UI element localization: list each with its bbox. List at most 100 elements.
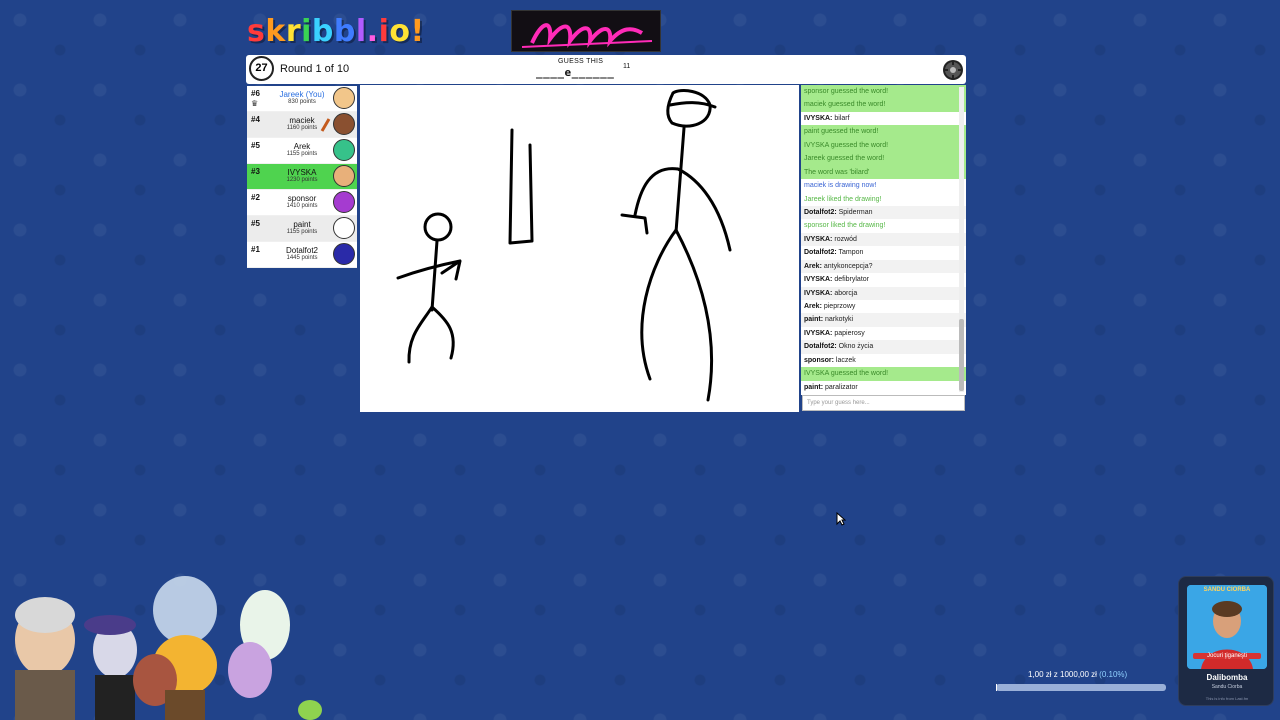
player-rank: #2 — [251, 193, 260, 202]
timer-clock-icon: 27 — [249, 56, 274, 81]
big-figure-arms — [633, 167, 732, 252]
chat-message: sponsor: laczek — [801, 354, 966, 367]
player-name: IVYSKA — [287, 168, 317, 177]
chat-text: Okno życia — [838, 343, 874, 351]
skribbl-logo: skribbl.io! — [247, 14, 425, 49]
small-figure-legs — [407, 305, 455, 364]
player-name: sponsor — [287, 194, 317, 203]
donation-percent: (0.10%) — [1099, 670, 1128, 679]
chat-message: Dotalfot2: Okno życia — [801, 340, 966, 354]
chat-username: Dotalfot2: — [804, 208, 837, 216]
logo-letter: i — [378, 14, 390, 49]
mouse-cursor-icon — [836, 512, 846, 526]
chat-message: maciek is drawing now! — [804, 182, 877, 190]
player-avatar — [333, 113, 355, 135]
player-rank: #4 — [251, 115, 260, 124]
chat-text: Spiderman — [838, 208, 873, 216]
player-points: 1445 points — [286, 255, 318, 261]
logo-letter: b — [311, 14, 334, 49]
chat-username: paint: — [804, 316, 824, 324]
chat-username: Arek: — [804, 262, 822, 270]
settings-button[interactable] — [941, 58, 964, 81]
player-row[interactable]: #4 maciek 1160 points — [247, 112, 357, 138]
chat-message: maciek guessed the word! — [801, 98, 966, 112]
player-points: 1230 points — [286, 177, 318, 183]
player-row[interactable]: #2 sponsor 1410 points — [247, 190, 357, 216]
chat-username: Dotalfot2: — [804, 343, 837, 351]
crown-icon: ♛ — [251, 99, 259, 108]
song-title: Dalibomba — [1206, 673, 1248, 682]
chat-text: rozwód — [834, 235, 857, 243]
logo-letter: r — [285, 14, 302, 49]
chat-message: IVYSKA: bilarf — [801, 112, 966, 125]
drawing-canvas[interactable] — [360, 85, 799, 412]
small-figure-arms — [396, 259, 462, 281]
player-avatar — [333, 191, 355, 213]
chat-message: IVYSKA guessed the word! — [801, 138, 966, 153]
gear-icon — [942, 59, 963, 80]
logo-letter: o — [389, 14, 411, 49]
chat-username: IVYSKA: — [804, 289, 833, 297]
word-hint: ____e______ — [536, 66, 615, 79]
player-row[interactable]: #5 paint 1155 points — [247, 216, 357, 242]
chat-message: IVYSKA guessed the word! — [801, 367, 966, 381]
chat-message: IVYSKA: aborcja — [801, 286, 966, 300]
chat-message: paint: narkotyki — [801, 313, 966, 327]
player-avatar — [333, 217, 355, 239]
chat-message: The word was 'bilard' — [801, 165, 966, 180]
player-row[interactable]: #1 Dotalfot2 1445 points — [247, 242, 357, 268]
chat-text: papierosy — [834, 329, 865, 337]
logo-letter: . — [366, 14, 379, 49]
chat-guess-input[interactable]: Type your guess here... — [802, 395, 965, 411]
chat-username: paint: — [804, 383, 824, 391]
player-points: 1155 points — [286, 151, 318, 157]
player-row[interactable]: #5 Arek 1155 points — [247, 138, 357, 164]
logo-letter: i — [301, 14, 312, 49]
player-rank: #3 — [251, 167, 260, 176]
banner-image — [511, 10, 661, 52]
tall-rectangle — [508, 128, 534, 245]
player-list: #6 Jareek (You) 830 points ♛ #4 maciek 1160 po… — [247, 86, 357, 268]
word-length: 11 — [623, 63, 631, 70]
drawing — [396, 89, 732, 402]
chat-message: Arek: pieprzowy — [801, 300, 966, 313]
chat-text: antykoncepcja? — [823, 262, 873, 270]
big-figure-head — [666, 89, 717, 128]
chat-text: narkotyki — [825, 316, 854, 324]
donation-progress-bar — [996, 684, 1166, 691]
album-title: SANDU CIORBA — [1203, 587, 1251, 593]
logo-letter: l — [355, 14, 367, 49]
chat-scrollbar[interactable] — [959, 87, 964, 392]
donation-amount: 1,00 zł z 1000,00 zł — [1028, 670, 1097, 679]
chat-text: bilarf — [834, 114, 850, 122]
chat-text: defibrylator — [834, 276, 869, 284]
player-row[interactable]: #3 IVYSKA 1230 points — [247, 164, 357, 190]
player-avatar — [333, 139, 355, 161]
chat-message: Jareek guessed the word! — [801, 152, 966, 166]
chat-text: pieprzowy — [823, 303, 856, 310]
chat-message: Dotalfot2: Spiderman — [801, 205, 966, 220]
guess-label: GUESS THIS — [558, 58, 604, 65]
player-points: 1410 points — [286, 203, 318, 209]
player-name: Arek — [293, 142, 311, 151]
player-points: 830 points — [288, 99, 316, 105]
player-row[interactable]: #6 Jareek (You) 830 points ♛ — [247, 86, 357, 112]
logo-letter: b — [333, 14, 356, 49]
player-rank: #1 — [251, 245, 260, 254]
chat-text: laczek — [835, 356, 856, 364]
chat-message: Jareek liked the drawing! — [804, 195, 882, 203]
player-avatar — [333, 165, 355, 187]
chat-message: Dotalfot2: Tampon — [801, 246, 966, 259]
big-figure-legs — [640, 228, 714, 402]
big-figure-body — [674, 126, 686, 234]
card-footer: This is info from Last.fm — [1205, 696, 1249, 701]
chat-username: IVYSKA: — [804, 329, 833, 337]
album-subtitle: Jocuri ţiganeşti — [1193, 653, 1261, 659]
chat-text: paralizator — [825, 383, 858, 391]
game-header: 27 Round 1 of 10 GUESS THIS ____e______ … — [246, 55, 966, 84]
player-name: paint — [293, 220, 311, 229]
player-rank: #6 — [251, 89, 260, 98]
round-indicator: Round 1 of 10 — [280, 63, 350, 75]
chat-text: Tampon — [838, 249, 864, 257]
chat-message: paint: paralizator — [801, 381, 966, 394]
